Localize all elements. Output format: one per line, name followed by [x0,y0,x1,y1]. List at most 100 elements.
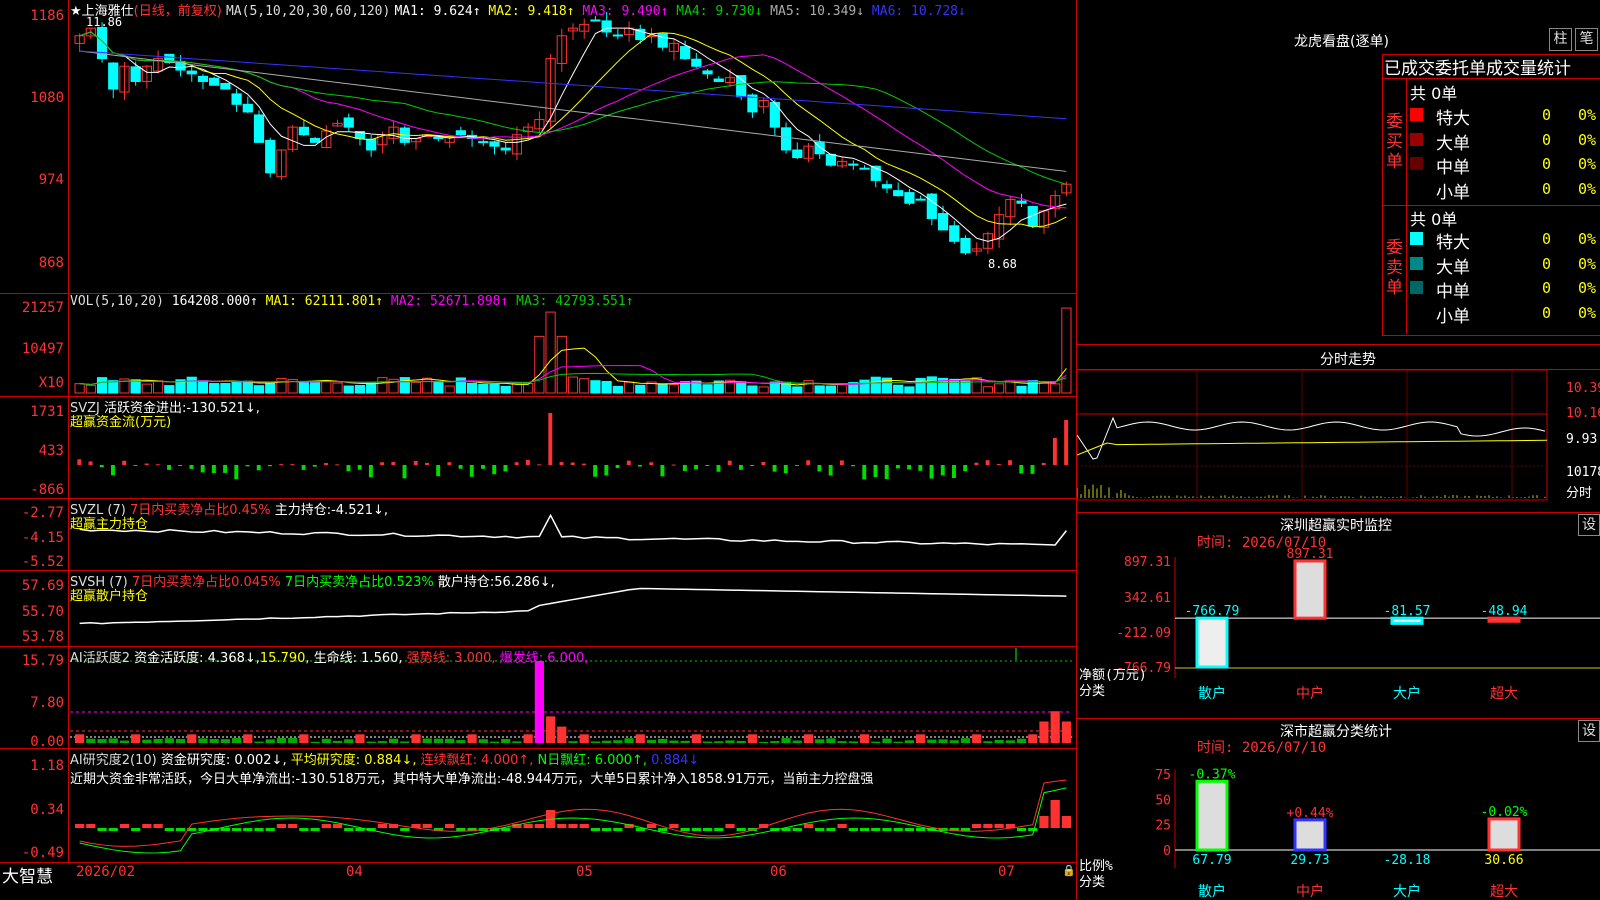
svzl-value: -4.521↓, [331,503,389,518]
fund-bar [895,465,900,469]
category-name: 小单 [1436,306,1470,327]
period-label[interactable]: (日线，前复权) [134,4,222,19]
research-bar [534,824,544,828]
vol-value: 164208.000↑ [171,294,258,309]
svsh-ratio-a: 7日内买卖净占比0.045% [131,575,281,590]
volume-bar [893,384,904,394]
category-count: 0 [1542,130,1552,149]
fund-bar [111,465,115,476]
category-name: 中单 [1436,158,1470,178]
research-bar [590,828,601,831]
category-name: 大单 [1436,133,1470,154]
volume-bar [926,376,937,394]
research-bar [299,828,309,831]
svsh-line [79,587,1067,625]
category-name: 小单 [1436,182,1470,203]
fund-bar [402,465,407,479]
ai-bar [837,741,847,743]
category-percent: 0% [1578,106,1597,124]
ai-bar [871,741,881,743]
fund-bar [481,465,485,469]
stats-axis2-label: 分类 [1079,875,1105,890]
research-bar [243,828,253,831]
vol-title: VOL(5,10,20) [70,294,164,309]
intraday-tick-label: 10.39 [1566,381,1600,396]
category-percent: 0% [1578,303,1597,322]
fund-bar [649,462,654,465]
svsh-label: 散户持仓: [437,575,495,590]
intraday-chart[interactable] [1077,370,1600,512]
research-bar [422,824,432,828]
volume-bar [949,378,960,394]
fund-bar [279,464,284,466]
stats-chart[interactable]: 时间: 2026/07/10 75 50 25 0 比例%分类 -0.37% 67.79 散户 +… [1077,718,1600,900]
stats-y-tick: 75 [1155,768,1171,783]
ai-title: AI活跃度2 [70,651,130,666]
ai-strong-line: 强势线: 3.000, [406,651,496,666]
volume-bar [982,386,994,394]
volume-bar [444,385,455,394]
tick-mode-button[interactable]: 笔 [1575,28,1598,51]
fund-bar [514,462,519,465]
stats-bar-value: -28.18 [1384,853,1431,868]
ai-bar [960,738,971,743]
category-percent: 0% [1578,179,1597,198]
ai-bar [198,738,208,743]
volume-bar [500,385,511,394]
monitor-chart[interactable]: 时间: 2026/07/10897.31342.61-212.09-766.79… [1077,513,1600,718]
candle [825,153,837,166]
fund-bar [77,459,82,465]
research-bar [904,828,915,831]
monitor-bar-label: -766.79 [1185,604,1240,619]
fund-bar [615,465,620,469]
x-tick-label: 04 [346,864,363,880]
fund-bar [391,461,396,465]
category-percent: 0% [1578,254,1597,273]
candle [881,184,893,189]
volume-bar [354,385,366,394]
ai-bar [635,734,645,743]
candle [691,58,702,67]
volume-bar [623,381,635,394]
category-count: 0 [1542,155,1552,173]
ai-bar [523,734,533,743]
y-tick-label: 974 [38,172,64,188]
ai-bar [478,739,488,743]
research-bar [916,828,926,831]
ai-bar [557,726,567,743]
ai-bar [904,740,915,743]
svsh-ratio-b: 7日内买卖净占比0.523% [284,575,434,590]
favorite-star-icon[interactable]: ★ [70,4,82,19]
ai-bar [433,738,444,743]
category-count: 0 [1542,303,1552,322]
ai-bar [467,734,477,743]
candle [713,78,724,82]
ai-bar [983,741,993,743]
ai-bar [848,741,858,743]
ai-bar [321,738,331,743]
ai-bar [456,740,466,743]
research-avg-2: 0.884↓ [651,753,700,768]
sell-side-label: 委卖单 [1386,238,1403,298]
ai-bar [747,734,758,743]
volume-bar [108,380,119,394]
volume-bar [231,380,242,394]
ma-header: MA(5,10,20,30,60,120) [225,4,391,19]
stats-y-tick: 0 [1163,844,1171,859]
ma-line-5 [79,50,1067,172]
ai-bar [624,738,634,743]
fund-bar [492,465,497,475]
bar-mode-button[interactable]: 柱 [1549,28,1572,51]
volume-bar [556,335,567,394]
volume-bar [803,380,814,394]
fund-bar [312,465,317,467]
lock-icon[interactable]: 🔒 [1062,864,1076,877]
ma-line-1 [79,27,1067,242]
research-bar [1016,828,1027,831]
ai-bar [288,737,298,743]
y-tick-label: 1.18 [30,758,64,774]
category-count: 0 [1542,279,1552,297]
ai-bar [187,734,197,743]
research-bar [377,824,387,828]
volume-bar [242,380,253,394]
